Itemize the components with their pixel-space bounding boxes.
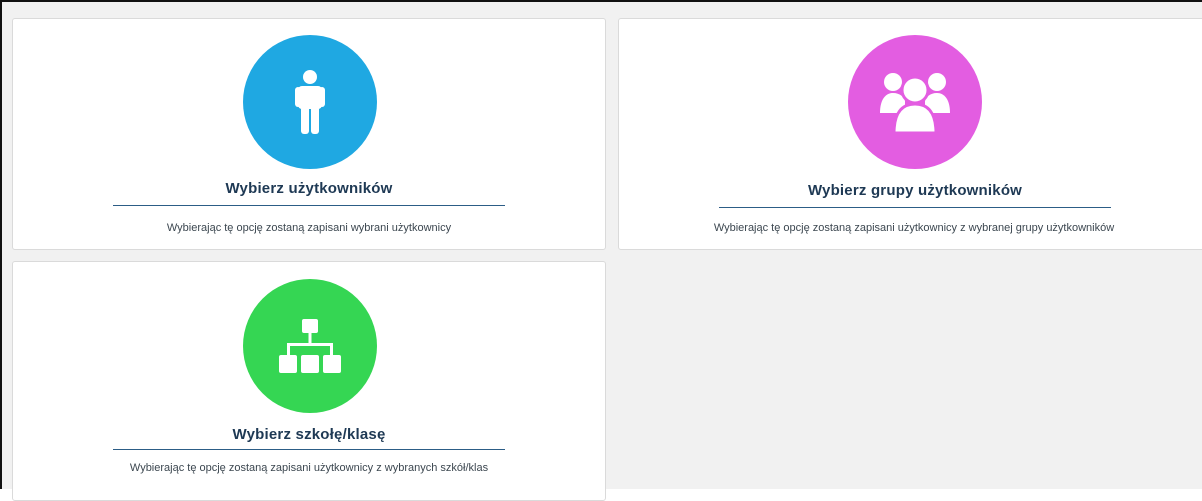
select-user-groups-title: Wybierz grupy użytkowników bbox=[807, 182, 1023, 199]
select-users-description: Wybierając tę opcję zostaną zapisani wyb… bbox=[166, 222, 452, 234]
select-school-class-description: Wybierając tę opcję zostaną zapisani uży… bbox=[129, 462, 489, 474]
user-groups-icon-circle[interactable] bbox=[848, 35, 982, 169]
title-divider bbox=[113, 205, 505, 206]
select-user-groups-card[interactable]: Wybierz grupy użytkowników Wybierając tę… bbox=[618, 18, 1202, 250]
select-users-title: Wybierz użytkowników bbox=[225, 180, 393, 197]
user-group-icon bbox=[880, 73, 950, 133]
sitemap-icon bbox=[279, 319, 341, 373]
title-divider bbox=[719, 207, 1111, 208]
select-school-class-card[interactable]: Wybierz szkołę/klasę Wybierając tę opcję… bbox=[12, 261, 606, 501]
user-icon bbox=[295, 70, 325, 134]
users-icon-circle[interactable] bbox=[243, 35, 377, 169]
title-divider bbox=[113, 449, 505, 450]
options-container: Wybierz użytkowników Wybierając tę opcję… bbox=[0, 0, 1202, 501]
select-user-groups-description: Wybierając tę opcję zostaną zapisani uży… bbox=[713, 222, 1115, 234]
select-users-card[interactable]: Wybierz użytkowników Wybierając tę opcję… bbox=[12, 18, 606, 250]
school-class-icon-circle[interactable] bbox=[243, 279, 377, 413]
select-school-class-title: Wybierz szkołę/klasę bbox=[232, 426, 386, 443]
